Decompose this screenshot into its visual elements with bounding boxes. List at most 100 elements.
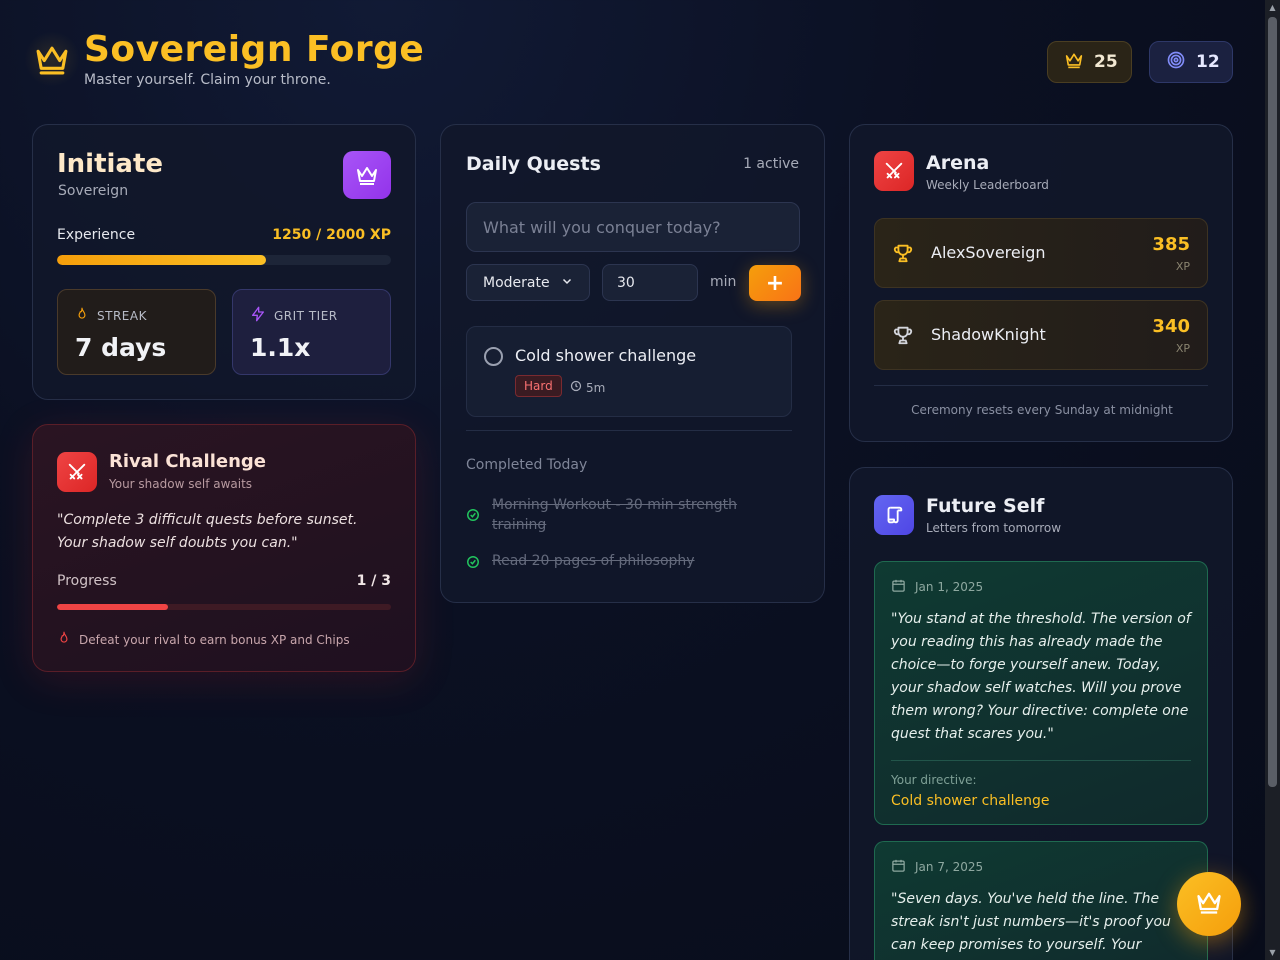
- letter-date: Jan 1, 2025: [915, 580, 984, 594]
- quest-title: Cold shower challenge: [515, 346, 697, 365]
- calendar-icon: [891, 858, 906, 876]
- chevron-down-icon: [561, 275, 573, 291]
- xp-value: 1250 / 2000 XP: [272, 227, 391, 243]
- grit-label: GRIT TIER: [274, 308, 338, 323]
- quests-title: Daily Quests: [466, 153, 601, 175]
- lightning-icon: [250, 306, 266, 325]
- check-circle-icon: [466, 554, 480, 573]
- grit-value: 1.1x: [250, 333, 311, 362]
- scroll-up-arrow[interactable]: ▲: [1265, 0, 1280, 15]
- rival-title: Rival Challenge: [109, 451, 266, 472]
- daily-quests-card: Daily Quests 1 active Moderate 30 min + …: [440, 124, 825, 603]
- arena-footer: Ceremony resets every Sunday at midnight: [911, 403, 1173, 417]
- crown-icon: [1195, 889, 1223, 919]
- quest-complete-checkbox[interactable]: [484, 347, 503, 366]
- flame-icon: [75, 306, 89, 325]
- leader-name: AlexSovereign: [931, 243, 1046, 262]
- crossed-swords-icon: [874, 151, 914, 191]
- letter-date: Jan 7, 2025: [915, 860, 984, 874]
- future-self-title: Future Self: [926, 495, 1045, 517]
- target-icon: [1166, 50, 1186, 75]
- future-letter[interactable]: Jan 1, 2025 "You stand at the threshold.…: [874, 561, 1208, 825]
- rank-crown-icon: [343, 151, 391, 199]
- directive-label: Your directive:: [891, 773, 977, 787]
- rival-challenge-card: Rival Challenge Your shadow self awaits …: [32, 424, 416, 672]
- xp-unit: XP: [1175, 342, 1190, 355]
- minutes-value: 30: [617, 274, 635, 291]
- difficulty-selected: Moderate: [483, 274, 550, 291]
- xp-label: Experience: [57, 227, 136, 243]
- arena-subtitle: Weekly Leaderboard: [926, 178, 1049, 192]
- letter-body: "You stand at the threshold. The version…: [891, 611, 1191, 742]
- divider: [891, 760, 1191, 761]
- quest-input[interactable]: [466, 202, 800, 252]
- arena-card: Arena Weekly Leaderboard AlexSovereign 3…: [849, 124, 1233, 442]
- completed-item: Morning Workout - 30 min strength traini…: [466, 495, 752, 535]
- crown-logo-icon: [24, 31, 80, 87]
- completed-quest-text: Morning Workout - 30 min strength traini…: [492, 497, 738, 533]
- crowns-badge[interactable]: 25: [1047, 41, 1132, 83]
- app-header: Sovereign Forge Master yourself. Claim y…: [24, 29, 425, 88]
- app-title: Sovereign Forge: [84, 29, 425, 70]
- minutes-unit: min: [710, 274, 737, 290]
- completed-item: Read 20 pages of philosophy: [466, 551, 752, 573]
- future-letter[interactable]: Jan 7, 2025 "Seven days. You've held the…: [874, 841, 1208, 960]
- leader-name: ShadowKnight: [931, 325, 1046, 344]
- header-currency-badges: 25 12: [1047, 41, 1233, 83]
- chips-badge[interactable]: 12: [1149, 41, 1233, 83]
- streak-stat: STREAK 7 days: [57, 289, 216, 375]
- rival-progress-fill: [57, 604, 169, 610]
- active-quest-count: 1 active: [743, 156, 799, 172]
- streak-value: 7 days: [75, 333, 167, 362]
- scroll-down-arrow[interactable]: ▼: [1265, 945, 1280, 960]
- rival-progress-label: Progress: [57, 573, 117, 589]
- minutes-input[interactable]: 30: [602, 264, 698, 301]
- trophy-icon: [892, 242, 914, 268]
- crown-icon: [1064, 51, 1084, 74]
- crossed-swords-icon: [57, 452, 97, 492]
- leader-xp: 385: [1152, 234, 1190, 255]
- page-scrollbar[interactable]: ▲ ▼: [1265, 0, 1280, 960]
- directive-text: Cold shower challenge: [891, 793, 1050, 809]
- difficulty-select[interactable]: Moderate: [466, 264, 590, 301]
- future-self-card: Future Self Letters from tomorrow Jan 1,…: [849, 467, 1233, 960]
- xp-progress-bar: [57, 255, 391, 265]
- rival-subtitle: Your shadow self awaits: [109, 477, 253, 491]
- leaderboard-row[interactable]: AlexSovereign 385 XP: [874, 218, 1208, 288]
- app-subtitle: Master yourself. Claim your throne.: [84, 72, 331, 88]
- streak-label: STREAK: [97, 308, 147, 323]
- clock-icon: [570, 380, 582, 395]
- leaderboard-row[interactable]: ShadowKnight 340 XP: [874, 300, 1208, 370]
- divider: [874, 385, 1208, 386]
- completed-quest-text: Read 20 pages of philosophy: [492, 553, 695, 569]
- letter-body: "Seven days. You've held the line. The s…: [891, 891, 1171, 953]
- rank-subtitle: Sovereign: [58, 183, 129, 199]
- completed-label: Completed Today: [466, 457, 588, 473]
- add-quest-button[interactable]: +: [749, 265, 801, 301]
- arena-title: Arena: [926, 152, 990, 174]
- xp-progress-fill: [57, 255, 266, 265]
- floating-crown-button[interactable]: [1177, 872, 1241, 936]
- scrollbar-thumb[interactable]: [1268, 17, 1277, 787]
- difficulty-badge: Hard: [515, 375, 562, 397]
- flame-icon: [57, 630, 71, 649]
- rival-footer: Defeat your rival to earn bonus XP and C…: [79, 632, 350, 647]
- rival-progress-bar: [57, 604, 391, 610]
- trophy-icon: [892, 324, 914, 350]
- future-self-subtitle: Letters from tomorrow: [926, 521, 1062, 535]
- check-circle-icon: [466, 507, 480, 535]
- rival-quote: "Complete 3 difficult quests before suns…: [57, 512, 358, 551]
- xp-unit: XP: [1175, 260, 1190, 273]
- plus-icon: +: [765, 270, 785, 296]
- quest-duration: 5m: [586, 380, 606, 395]
- grit-tier-stat: GRIT TIER 1.1x: [232, 289, 391, 375]
- quest-item[interactable]: Cold shower challenge Hard 5m: [466, 326, 792, 417]
- rival-progress-value: 1 / 3: [356, 573, 391, 589]
- scroll-icon: [874, 495, 914, 535]
- crowns-count: 25: [1094, 52, 1118, 72]
- chips-count: 12: [1196, 52, 1220, 72]
- rank-title: Initiate: [57, 149, 164, 179]
- calendar-icon: [891, 578, 906, 596]
- divider: [466, 430, 792, 431]
- leader-xp: 340: [1152, 316, 1190, 337]
